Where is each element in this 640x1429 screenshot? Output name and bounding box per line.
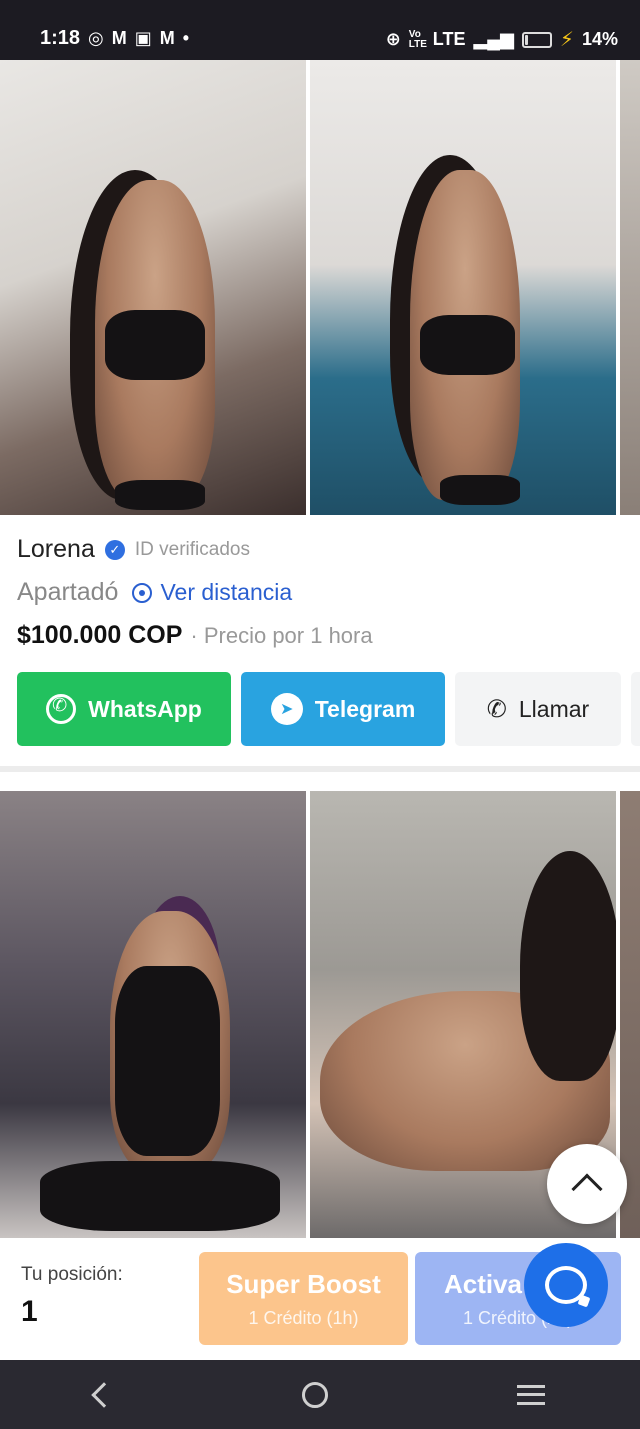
price-note: · Precio por 1 hora	[190, 623, 373, 648]
back-icon[interactable]	[90, 1381, 117, 1408]
name-row: Lorena ✓ ID verificados	[17, 535, 250, 564]
distance-link[interactable]: Ver distancia	[132, 579, 292, 606]
whatsapp-icon: ◎	[88, 28, 104, 48]
verified-check-icon: ✓	[104, 539, 125, 560]
charging-icon: ⚡	[559, 29, 574, 51]
listing-photo[interactable]	[620, 60, 640, 515]
position-value: 1	[21, 1295, 38, 1328]
battery-icon	[521, 31, 552, 48]
contact-buttons: WhatsApp ➤ Telegram ✆ Llamar	[17, 672, 640, 746]
clock: 1:18	[40, 27, 81, 49]
listing-photo-gallery[interactable]	[0, 791, 640, 1238]
telegram-button-label: Telegram	[314, 695, 416, 722]
super-boost-button[interactable]: Super Boost 1 Crédito (1h)	[199, 1252, 408, 1345]
gmail-icon: M	[159, 28, 175, 48]
price: $100.000 COP	[17, 621, 183, 649]
location-row: Apartadó Ver distancia	[17, 578, 292, 607]
more-button-partial[interactable]	[631, 672, 640, 746]
call-button-label: Llamar	[518, 695, 590, 722]
listing-photo[interactable]	[0, 60, 306, 515]
chevron-up-icon	[571, 1173, 603, 1205]
listing-photo[interactable]	[0, 791, 306, 1238]
phone-icon: ✆	[486, 695, 507, 723]
alarm-icon: ⊕	[385, 29, 401, 49]
listing-divider	[0, 766, 640, 772]
whatsapp-icon	[46, 694, 77, 724]
listing-photo-gallery[interactable]	[0, 60, 640, 515]
listing-name[interactable]: Lorena	[17, 535, 95, 564]
super-boost-subtitle: 1 Crédito (1h)	[248, 1307, 359, 1328]
whatsapp-button[interactable]: WhatsApp	[17, 672, 231, 746]
system-navigation-bar	[0, 1360, 640, 1429]
distance-link-label: Ver distancia	[160, 579, 293, 605]
recents-icon[interactable]	[517, 1384, 546, 1405]
home-icon[interactable]	[301, 1381, 328, 1408]
city-label: Apartadó	[17, 578, 119, 606]
telegram-icon: ➤	[270, 693, 303, 725]
news-icon: ▣	[134, 28, 152, 48]
verified-label: ID verificados	[134, 538, 250, 560]
signal-icon: ▂▄▆	[473, 29, 514, 49]
price-row: $100.000 COP · Precio por 1 hora	[17, 621, 373, 650]
chat-button[interactable]	[524, 1243, 608, 1327]
listing-info: Lorena ✓ ID verificados Apartadó Ver dis…	[0, 515, 640, 765]
position-label: Tu posición:	[21, 1264, 123, 1285]
notification-icons: ◎ M ▣ M •	[88, 28, 189, 49]
location-target-icon	[132, 582, 153, 603]
network-label: LTE	[432, 29, 466, 49]
battery-percent: 14%	[581, 29, 618, 49]
super-boost-title: Super Boost	[226, 1268, 381, 1299]
system-status: ⊕ Vo LTE LTE ▂▄▆ ⚡ 14%	[386, 27, 618, 52]
listing-photo[interactable]	[310, 60, 616, 515]
scroll-to-top-button[interactable]	[547, 1144, 627, 1224]
gmail-icon: M	[111, 28, 127, 48]
telegram-button[interactable]: ➤ Telegram	[241, 672, 445, 746]
status-bar: 1:18 ◎ M ▣ M • ⊕ Vo LTE LTE ▂▄▆ ⚡ 14%	[0, 0, 640, 60]
volte-label: Vo LTE	[408, 28, 427, 50]
dot-icon: •	[182, 28, 190, 48]
call-button[interactable]: ✆ Llamar	[455, 672, 621, 746]
whatsapp-button-label: WhatsApp	[88, 695, 202, 722]
activa-title: Activa	[443, 1268, 523, 1299]
chat-bubble-icon	[545, 1266, 587, 1304]
